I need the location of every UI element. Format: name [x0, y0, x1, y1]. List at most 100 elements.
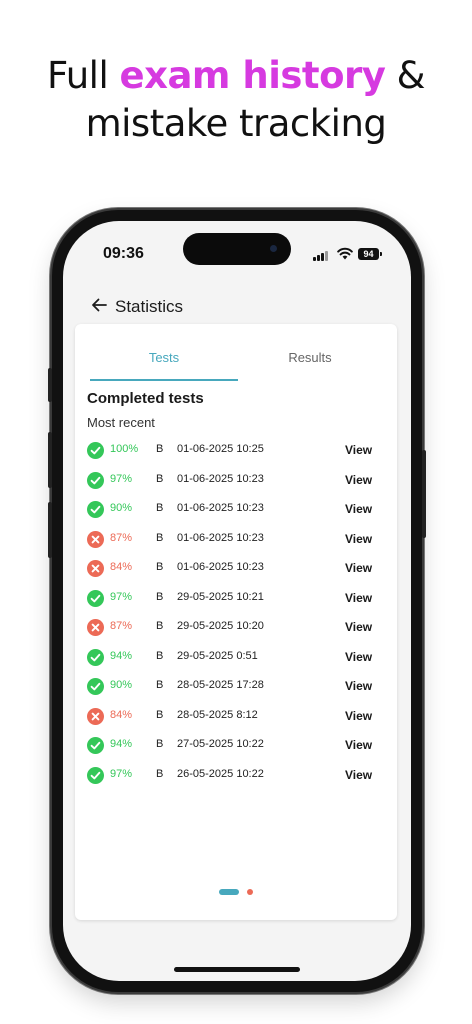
- x-circle-icon: [87, 707, 104, 725]
- test-row: 94% B 27-05-2025 10:22 View: [75, 731, 397, 761]
- headline-line-2: mistake tracking: [85, 102, 387, 145]
- section-subtitle: Most recent: [87, 415, 155, 430]
- view-test-button[interactable]: View: [345, 443, 372, 457]
- view-test-button[interactable]: View: [345, 502, 372, 516]
- page-dot[interactable]: [247, 889, 253, 895]
- check-circle-icon: [87, 648, 104, 666]
- app-bar: Statistics: [63, 291, 411, 323]
- x-circle-icon: [87, 619, 104, 636]
- test-datetime: 01-06-2025 10:23: [177, 502, 264, 514]
- active-tab-indicator: [90, 379, 238, 381]
- phone-action-button: [48, 368, 52, 402]
- test-category: B: [156, 738, 164, 750]
- test-datetime: 28-05-2025 17:28: [177, 679, 264, 691]
- test-datetime: 29-05-2025 0:51: [177, 649, 258, 662]
- statistics-card: Tests Results Completed tests Most recen…: [75, 324, 397, 920]
- status-bar: 09:36 94: [63, 221, 411, 281]
- dynamic-island: [183, 233, 291, 265]
- test-score: 97%: [110, 767, 133, 780]
- test-category: B: [156, 443, 164, 455]
- test-datetime: 01-06-2025 10:23: [177, 472, 264, 485]
- view-test-button[interactable]: View: [345, 591, 372, 605]
- test-row: 97% B 26-05-2025 10:22 View: [75, 761, 397, 791]
- test-datetime: 26-05-2025 10:22: [177, 767, 264, 780]
- page-dot-active[interactable]: [219, 889, 239, 895]
- test-category: B: [156, 767, 164, 780]
- test-score: 100%: [110, 443, 139, 455]
- page-title: Statistics: [115, 297, 184, 316]
- camera-icon: [270, 245, 277, 252]
- test-score: 84%: [110, 561, 133, 573]
- phone-screen: 09:36 94 Statistics Tests Results Comple…: [63, 221, 411, 981]
- test-score: 94%: [110, 738, 133, 750]
- check-circle-icon: [87, 501, 104, 518]
- arrow-left-icon[interactable]: [91, 297, 107, 313]
- check-circle-icon: [87, 442, 104, 459]
- headline-suffix: &: [385, 54, 426, 97]
- x-circle-icon: [87, 560, 104, 577]
- test-score: 84%: [110, 708, 133, 721]
- check-circle-icon: [87, 766, 104, 784]
- home-indicator[interactable]: [174, 967, 300, 972]
- headline-line-1: Full exam history &: [0, 52, 472, 100]
- view-test-button[interactable]: View: [345, 738, 372, 752]
- headline-prefix: Full: [46, 54, 120, 97]
- wifi-icon: [337, 247, 353, 260]
- test-row: 97% B 01-06-2025 10:23 View: [75, 466, 397, 496]
- test-score: 87%: [110, 620, 133, 632]
- x-circle-icon: [87, 530, 104, 548]
- test-score: 97%: [110, 590, 133, 603]
- phone-power-button: [422, 450, 426, 538]
- view-test-button[interactable]: View: [345, 561, 372, 575]
- test-score: 94%: [110, 649, 133, 662]
- view-test-button[interactable]: View: [345, 620, 372, 634]
- test-row: 94% B 29-05-2025 0:51 View: [75, 643, 397, 673]
- test-datetime: 01-06-2025 10:25: [177, 443, 264, 455]
- test-category: B: [156, 708, 164, 721]
- test-score: 90%: [110, 502, 133, 514]
- phone-frame: 09:36 94 Statistics Tests Results Comple…: [48, 210, 426, 992]
- test-row: 100% B 01-06-2025 10:25 View: [75, 436, 397, 466]
- view-test-button[interactable]: View: [345, 768, 372, 782]
- test-list: 100% B 01-06-2025 10:25 View 97% B 01-06-2025 …: [75, 436, 397, 790]
- phone-volume-up-button: [48, 432, 52, 488]
- view-test-button[interactable]: View: [345, 679, 372, 693]
- test-row: 90% B 28-05-2025 17:28 View: [75, 672, 397, 702]
- test-category: B: [156, 561, 164, 573]
- view-test-button[interactable]: View: [345, 709, 372, 723]
- status-time: 09:36: [103, 245, 144, 262]
- test-category: B: [156, 590, 164, 603]
- phone-volume-down-button: [48, 502, 52, 558]
- battery-indicator: 94: [358, 248, 382, 260]
- check-circle-icon: [87, 678, 104, 695]
- marketing-headline: Full exam history & mistake tracking: [0, 52, 472, 148]
- test-datetime: 01-06-2025 10:23: [177, 531, 264, 544]
- test-row: 90% B 01-06-2025 10:23 View: [75, 495, 397, 525]
- test-row: 84% B 01-06-2025 10:23 View: [75, 554, 397, 584]
- tab-tests[interactable]: Tests: [90, 350, 238, 365]
- test-datetime: 28-05-2025 8:12: [177, 708, 258, 721]
- headline-highlight: exam history: [119, 54, 386, 97]
- check-circle-icon: [87, 471, 104, 489]
- view-test-button[interactable]: View: [345, 473, 372, 487]
- test-datetime: 01-06-2025 10:23: [177, 561, 264, 573]
- test-score: 87%: [110, 531, 133, 544]
- test-category: B: [156, 531, 164, 544]
- test-row: 87% B 29-05-2025 10:20 View: [75, 613, 397, 643]
- test-row: 84% B 28-05-2025 8:12 View: [75, 702, 397, 732]
- test-score: 97%: [110, 472, 133, 485]
- test-category: B: [156, 502, 164, 514]
- test-score: 90%: [110, 679, 133, 691]
- check-circle-icon: [87, 589, 104, 607]
- check-circle-icon: [87, 737, 104, 754]
- section-title: Completed tests: [87, 390, 204, 407]
- tab-results[interactable]: Results: [236, 350, 384, 365]
- test-datetime: 27-05-2025 10:22: [177, 738, 264, 750]
- test-datetime: 29-05-2025 10:21: [177, 590, 264, 603]
- view-test-button[interactable]: View: [345, 650, 372, 664]
- test-category: B: [156, 649, 164, 662]
- test-category: B: [156, 679, 164, 691]
- test-category: B: [156, 620, 164, 632]
- test-row: 97% B 29-05-2025 10:21 View: [75, 584, 397, 614]
- view-test-button[interactable]: View: [345, 532, 372, 546]
